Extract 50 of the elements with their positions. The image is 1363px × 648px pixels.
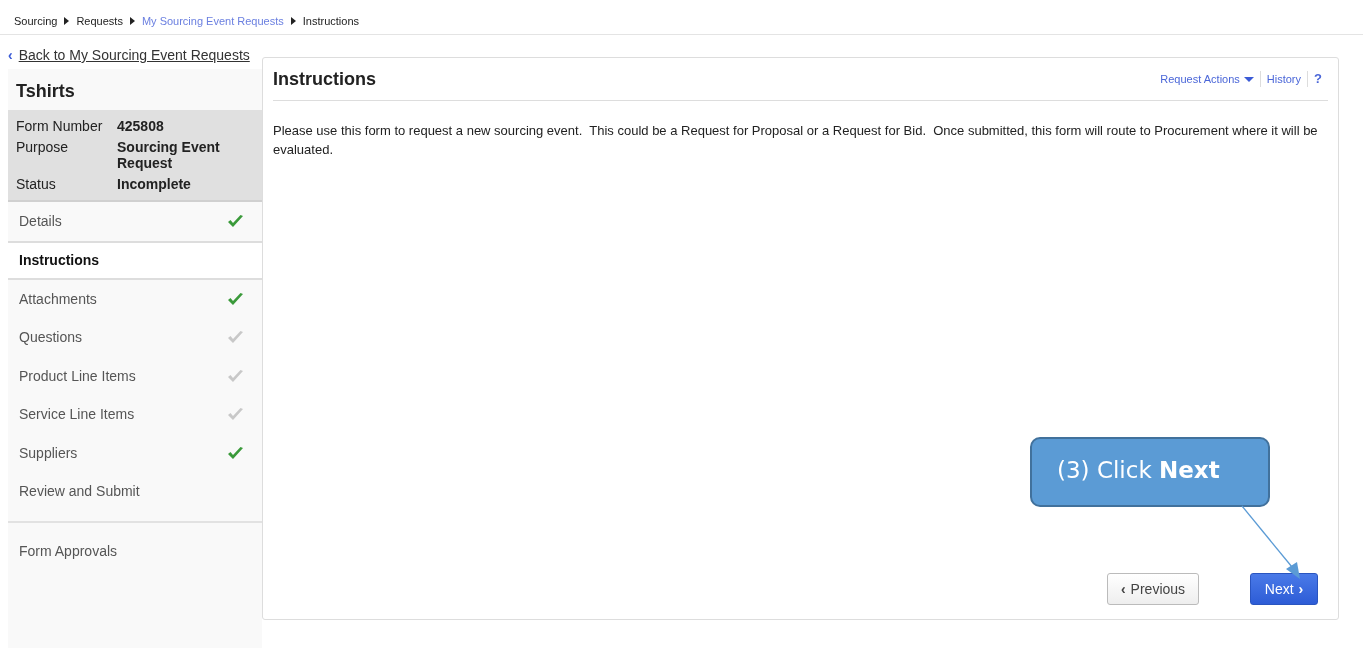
chevron-icon: › — [1298, 581, 1304, 597]
check-icon — [227, 445, 244, 460]
check-icon — [227, 368, 244, 383]
step-item[interactable]: Form Approvals — [8, 522, 262, 579]
check-icon — [227, 330, 244, 345]
step-label: Product Line Items — [19, 367, 136, 384]
breadcrumb-item: Instructions — [302, 15, 359, 27]
separator-icon — [129, 17, 135, 25]
separator-icon — [290, 17, 296, 25]
field-value: Sourcing Event Request — [117, 139, 221, 171]
step-label: Review and Submit — [19, 483, 140, 500]
step-item[interactable]: Suppliers — [8, 433, 262, 472]
step-label: Suppliers — [19, 444, 78, 461]
instructions-text: Please use this form to request a new sourcing event. This could be a Request for Proposal or a Request for Bid. Once submitted, this form will route to Procurement where it will be evaluated. — [273, 122, 1319, 159]
check-icon — [227, 214, 244, 229]
breadcrumb-link[interactable]: My Sourcing Event Requests — [141, 15, 284, 27]
step-item[interactable]: Product Line Items — [8, 356, 262, 395]
step-item[interactable]: Review and Submit — [8, 472, 262, 511]
history-link[interactable]: History — [1259, 71, 1308, 87]
callout-box: (3) Click Next — [1030, 437, 1270, 507]
step-item[interactable]: Instructions — [8, 240, 262, 280]
back-link[interactable]: Back to My Sourcing Event Requests — [18, 47, 250, 63]
chevron-icon: ‹ — [8, 47, 13, 63]
field-label: Form Number — [16, 118, 104, 134]
actions-menu[interactable]: Request Actions — [1154, 71, 1260, 87]
field-label: Purpose — [16, 139, 70, 157]
step-item[interactable]: Service Line Items — [8, 395, 262, 434]
breadcrumb-item: Sourcing — [14, 15, 58, 27]
breadcrumb-item: Requests — [76, 15, 123, 27]
step-item[interactable]: Details — [8, 202, 262, 241]
step-label: Service Line Items — [19, 406, 135, 423]
field-value: 425808 — [117, 118, 165, 134]
step-item[interactable]: Questions — [8, 318, 262, 357]
step-label: Instructions — [19, 252, 100, 268]
chevron-icon: ‹ — [1120, 581, 1126, 597]
panel-title: Instructions — [273, 68, 376, 90]
form-title: Tshirts — [15, 80, 76, 103]
check-icon — [227, 407, 244, 422]
step-label: Details — [19, 213, 62, 230]
previous-button[interactable]: ‹ Previous — [1107, 573, 1199, 605]
separator-icon — [64, 17, 70, 25]
help-link[interactable]: ? — [1307, 71, 1328, 87]
check-icon — [227, 291, 244, 306]
field-label: Status — [16, 176, 57, 192]
step-label: Attachments — [19, 290, 97, 307]
caret-icon — [1243, 76, 1254, 82]
next-button[interactable]: Next › — [1250, 573, 1318, 605]
field-value: Incomplete — [117, 176, 192, 192]
step-label: Questions — [19, 329, 83, 346]
step-item[interactable]: Attachments — [8, 279, 262, 318]
